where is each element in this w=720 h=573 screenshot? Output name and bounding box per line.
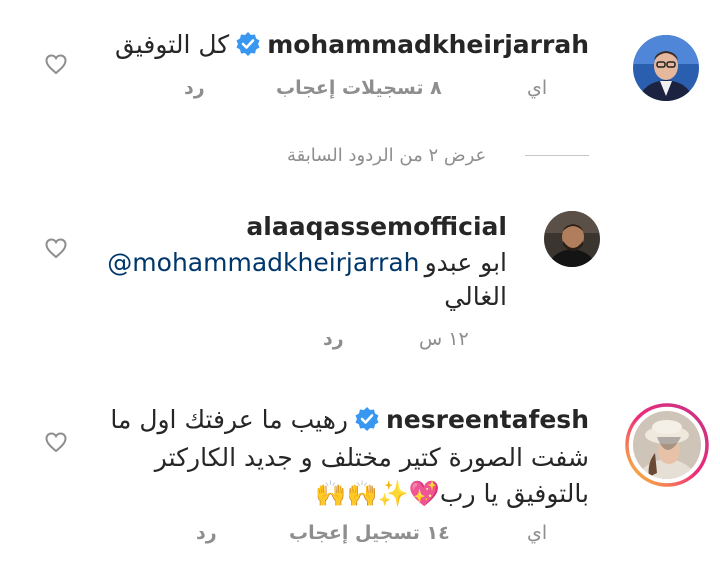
- likes-count[interactable]: ٨ تسجيلات إعجاب: [276, 77, 442, 99]
- comment-line-1: nesreentafesh رهيب ما عرفتك اول ما: [110, 405, 589, 434]
- view-replies-link[interactable]: عرض ٢ من الردود السابقة: [287, 145, 486, 166]
- comment-body: mohammadkheirjarrah كل التوفيق: [115, 30, 589, 59]
- username[interactable]: mohammadkheirjarrah: [267, 30, 589, 59]
- comment-time: اي: [527, 77, 548, 99]
- comment-line-2: شفت الصورة كتير مختلف و جديد الكاركتر: [155, 443, 589, 472]
- avatar[interactable]: [632, 34, 700, 102]
- comment-text-line-2: الغالي: [444, 282, 507, 311]
- comment-text: رهيب ما عرفتك اول ما: [110, 405, 348, 434]
- comment-time: اي: [527, 522, 548, 544]
- username[interactable]: nesreentafesh: [386, 405, 589, 434]
- reply-button[interactable]: رد: [196, 522, 217, 544]
- comment-text: الغالي: [444, 282, 507, 311]
- username[interactable]: alaaqassemofficial: [246, 212, 507, 241]
- likes-count[interactable]: ١٤ تسجيل إعجاب: [289, 522, 450, 544]
- comment-text: شفت الصورة كتير مختلف و جديد الكاركتر: [154, 443, 589, 472]
- comment-text: كل التوفيق: [115, 30, 230, 59]
- verified-badge-icon: [236, 32, 260, 56]
- mention-link[interactable]: @mohammadkheirjarrah: [107, 248, 419, 277]
- comment-text-line-1: ابو عبدو @mohammadkheirjarrah: [107, 248, 507, 277]
- avatar[interactable]: [544, 211, 600, 267]
- comment-line-3: بالتوفيق يا رب💖✨🙌🙌: [315, 479, 589, 509]
- comment-text: بالتوفيق يا رب💖✨🙌🙌: [315, 479, 589, 508]
- heart-icon[interactable]: [44, 236, 68, 260]
- reply-button[interactable]: رد: [323, 328, 344, 350]
- comment-username-line: alaaqassemofficial: [246, 212, 507, 241]
- reply-button[interactable]: رد: [184, 77, 205, 99]
- heart-icon[interactable]: [44, 52, 68, 76]
- comment-time: ١٢ س: [419, 328, 469, 350]
- heart-icon[interactable]: [44, 430, 68, 454]
- comment-text: ابو عبدو: [424, 248, 507, 277]
- replies-divider: [525, 155, 589, 156]
- avatar-story-ring[interactable]: [625, 403, 709, 487]
- verified-badge-icon: [355, 407, 379, 431]
